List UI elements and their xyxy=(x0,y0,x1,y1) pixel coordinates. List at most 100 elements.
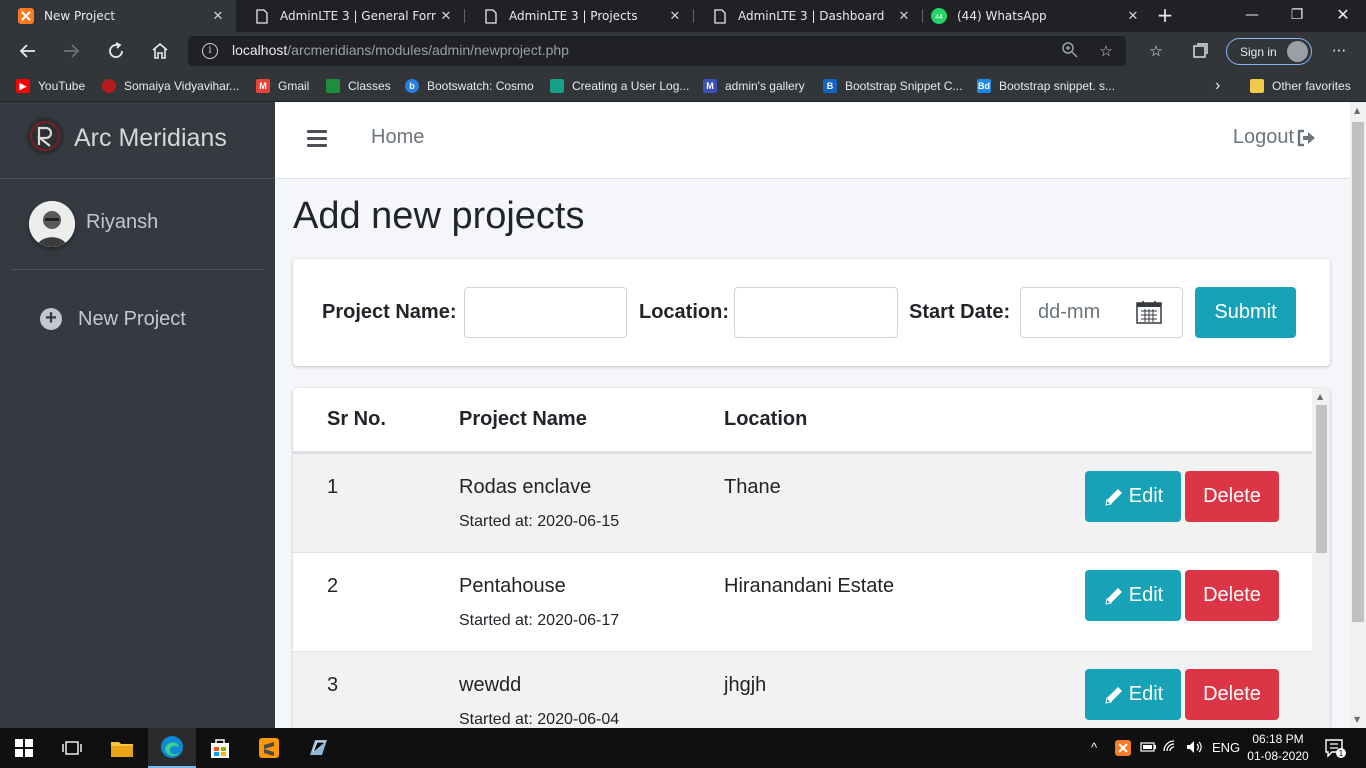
whatsapp-icon: 44 xyxy=(931,8,947,24)
xampp-icon xyxy=(18,8,34,24)
svg-text:1: 1 xyxy=(1339,749,1344,758)
other-favorites[interactable]: Other favorites xyxy=(1250,77,1351,95)
close-icon[interactable]: ✕ xyxy=(1123,9,1143,24)
logout-link[interactable]: Logout xyxy=(1233,126,1316,149)
notification-icon[interactable]: 1 xyxy=(1324,738,1346,761)
sublime-text-icon[interactable] xyxy=(245,728,293,768)
cell-location: Hiranandani Estate xyxy=(724,575,895,597)
close-icon[interactable]: ✕ xyxy=(436,9,456,24)
close-icon[interactable]: ✕ xyxy=(894,9,914,24)
bookmark-snippet-s[interactable]: Bd Bootstrap snippet. s... xyxy=(977,77,1115,95)
minimize-icon[interactable]: — xyxy=(1229,0,1275,32)
browser-tab-bar: New Project ✕ AdminLTE 3 | General Form … xyxy=(0,0,1366,32)
wifi-icon[interactable] xyxy=(1163,740,1179,757)
edit-button[interactable]: Edit xyxy=(1085,471,1181,522)
brand-link[interactable]: Arc Meridians xyxy=(0,102,275,179)
url-text[interactable]: localhost/arcmeridians/modules/admin/new… xyxy=(232,42,569,58)
page-scrollbar[interactable]: ▲ ▼ xyxy=(1350,102,1366,728)
page-icon xyxy=(483,8,499,24)
cell-location: jhgjh xyxy=(724,674,767,696)
address-bar[interactable]: i localhost/arcmeridians/modules/admin/n… xyxy=(188,36,1126,66)
bookmark-user-login[interactable]: Creating a User Log... xyxy=(550,77,689,95)
home-link[interactable]: Home xyxy=(371,126,424,149)
delete-button[interactable]: Delete xyxy=(1185,669,1279,720)
bookmark-admin-gallery[interactable]: Madmin's gallery xyxy=(703,77,805,95)
info-icon[interactable]: i xyxy=(202,43,218,59)
xampp-tray-icon[interactable] xyxy=(1115,740,1131,759)
chevron-up-icon[interactable]: ^ xyxy=(1091,740,1097,755)
forward-icon[interactable] xyxy=(58,38,84,64)
language-indicator[interactable]: ENG xyxy=(1212,740,1240,755)
browser-tab-dashboard[interactable]: AdminLTE 3 | Dashboard ✕ xyxy=(694,0,922,32)
delete-button[interactable]: Delete xyxy=(1185,471,1279,522)
calendar-icon[interactable] xyxy=(1136,300,1162,324)
scroll-up-icon[interactable]: ▲ xyxy=(1354,106,1360,115)
pencil-icon xyxy=(1105,488,1122,506)
start-date-label: Start Date: xyxy=(909,301,1011,323)
start-date-input[interactable]: dd-mm xyxy=(1020,287,1183,338)
app-icon[interactable] xyxy=(294,728,342,768)
favorites-icon[interactable]: ☆ xyxy=(1145,41,1167,61)
delete-button[interactable]: Delete xyxy=(1185,570,1279,621)
location-input[interactable] xyxy=(734,287,898,338)
clock-date: 01-08-2020 xyxy=(1247,749,1309,763)
table-scrollbar[interactable]: ▲ xyxy=(1312,388,1330,728)
refresh-icon[interactable] xyxy=(103,38,129,64)
restore-icon[interactable]: ❐ xyxy=(1274,0,1320,32)
edit-button[interactable]: Edit xyxy=(1085,669,1181,720)
scroll-down-icon[interactable]: ▼ xyxy=(1354,715,1360,724)
column-header-sr-no: Sr No. xyxy=(327,408,386,430)
star-icon[interactable]: ☆ xyxy=(1096,41,1116,61)
cell-sr-no: 2 xyxy=(327,575,339,597)
table-header: Sr No. Project Name Location xyxy=(293,388,1312,453)
zoom-icon[interactable] xyxy=(1060,41,1080,61)
browser-tab-projects[interactable]: AdminLTE 3 | Projects ✕ xyxy=(465,0,693,32)
scrollbar-thumb[interactable] xyxy=(1352,122,1364,622)
new-project-form: Project Name: Location: Start Date: dd-m… xyxy=(293,259,1330,366)
edit-button[interactable]: Edit xyxy=(1085,570,1181,621)
sidebar: Arc Meridians Riyansh + New Project xyxy=(0,102,275,728)
store-icon[interactable] xyxy=(196,728,244,768)
bookmark-gmail[interactable]: M Gmail xyxy=(256,77,309,95)
file-explorer-icon[interactable] xyxy=(98,728,146,768)
scroll-up-icon[interactable]: ▲ xyxy=(1317,392,1323,401)
user-panel[interactable]: Riyansh xyxy=(11,180,264,270)
task-view-icon[interactable] xyxy=(48,728,96,768)
bookmark-bootswatch[interactable]: b Bootswatch: Cosmo xyxy=(405,77,534,95)
new-tab-icon[interactable]: + xyxy=(1154,4,1176,26)
more-icon[interactable]: ··· xyxy=(1328,41,1350,61)
bookmark-youtube[interactable]: ▶ YouTube xyxy=(16,77,85,95)
menu-icon[interactable] xyxy=(307,130,327,148)
edge-browser-icon[interactable] xyxy=(148,728,196,768)
browser-toolbar: i localhost/arcmeridians/modules/admin/n… xyxy=(0,32,1366,70)
battery-icon[interactable] xyxy=(1140,740,1156,757)
bookmark-snippet-c[interactable]: B Bootstrap Snippet C... xyxy=(823,77,962,95)
home-icon[interactable] xyxy=(147,38,173,64)
browser-tab-general-form[interactable]: AdminLTE 3 | General Form Ele ✕ xyxy=(236,0,464,32)
folder-icon xyxy=(1250,79,1264,93)
table-row: 1 Rodas enclave Started at: 2020-06-15 T… xyxy=(293,453,1312,552)
back-icon[interactable] xyxy=(15,38,41,64)
chevron-right-icon[interactable]: › xyxy=(1215,77,1220,95)
scrollbar-thumb[interactable] xyxy=(1316,405,1327,553)
window-close-icon[interactable]: ✕ xyxy=(1320,0,1366,32)
close-icon[interactable]: ✕ xyxy=(665,9,685,24)
top-navbar: Home Logout xyxy=(275,102,1350,179)
bookmark-somaiya[interactable]: Somaiya Vidyavihar... xyxy=(102,77,239,95)
submit-button[interactable]: Submit xyxy=(1195,287,1296,338)
tab-title: AdminLTE 3 | Dashboard xyxy=(738,9,885,23)
close-icon[interactable]: ✕ xyxy=(208,9,228,24)
browser-tab-whatsapp[interactable]: 44 (44) WhatsApp ✕ xyxy=(923,0,1151,32)
volume-icon[interactable] xyxy=(1186,740,1204,757)
sign-in-button[interactable]: Sign in xyxy=(1226,38,1312,65)
sidebar-item-new-project[interactable]: + New Project xyxy=(40,305,186,333)
windows-start-icon[interactable] xyxy=(0,728,48,768)
bookmark-classes[interactable]: Classes xyxy=(326,77,391,95)
page-icon xyxy=(254,8,270,24)
clock[interactable]: 06:18 PM 01-08-2020 xyxy=(1246,731,1310,765)
clock-time: 06:18 PM xyxy=(1252,732,1304,746)
browser-tab-new-project[interactable]: New Project ✕ xyxy=(0,0,236,32)
classroom-icon xyxy=(326,79,340,93)
project-name-input[interactable] xyxy=(464,287,627,338)
collections-icon[interactable] xyxy=(1189,41,1211,61)
